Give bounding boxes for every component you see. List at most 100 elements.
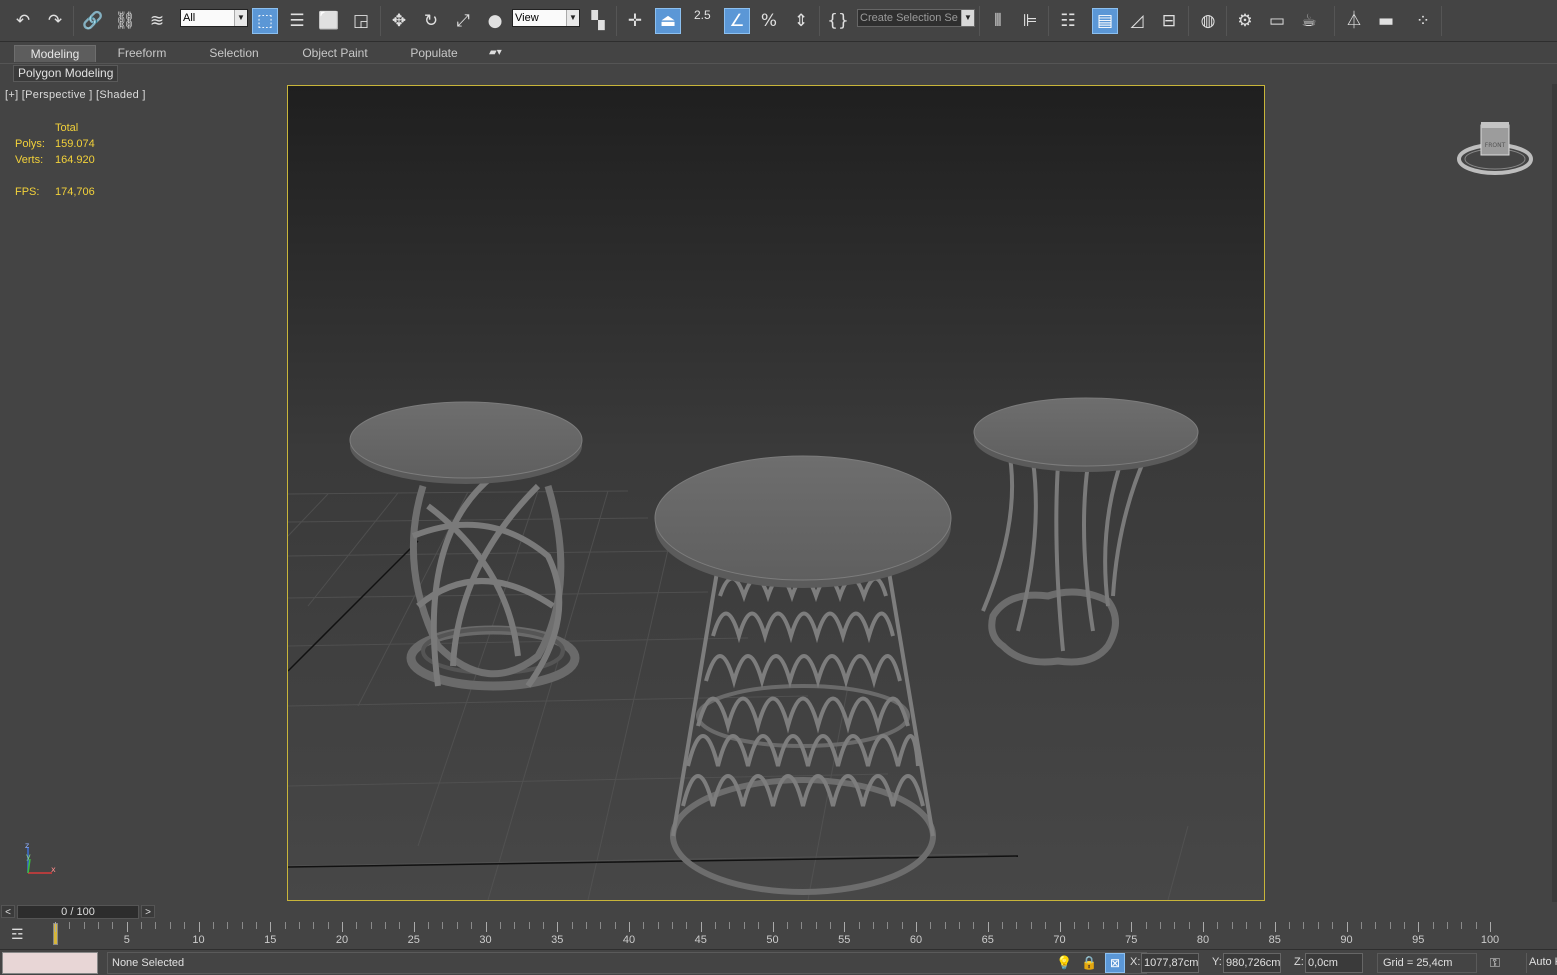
track-tick: [542, 922, 544, 929]
render-setup-icon[interactable]: ⚙: [1232, 8, 1258, 34]
tab-freeform[interactable]: Freeform: [104, 45, 180, 62]
percent-snap-icon[interactable]: %: [756, 8, 782, 34]
select-object-icon[interactable]: ⬚: [252, 8, 278, 34]
track-tick: [198, 922, 200, 932]
perspective-viewport[interactable]: [+] [Perspective ] [Shaded ] Total Polys…: [0, 84, 1552, 902]
ruler-icon[interactable]: ▬: [1373, 8, 1399, 34]
bind-space-warp-icon[interactable]: ≋: [144, 8, 170, 34]
selection-lock-icon[interactable]: 🔒: [1081, 955, 1097, 971]
next-frame-button[interactable]: >: [141, 905, 155, 918]
track-tick: [1432, 922, 1434, 929]
viewport-label[interactable]: [+] [Perspective ] [Shaded ]: [5, 89, 146, 101]
render-teapot-icon[interactable]: ☕: [1296, 8, 1322, 34]
time-slider-thumb[interactable]: 0 / 100: [17, 905, 139, 919]
rendered-frame-window-icon[interactable]: ▭: [1264, 8, 1290, 34]
viewport-scrollbar[interactable]: [1552, 84, 1557, 902]
select-rotate-icon[interactable]: ↻: [418, 8, 444, 34]
track-tick: [169, 922, 171, 929]
isolate-bulb-icon[interactable]: 💡: [1056, 955, 1072, 971]
window-crossing-icon[interactable]: ◲: [348, 8, 374, 34]
tab-selection[interactable]: Selection: [196, 45, 272, 62]
material-editor-icon[interactable]: ◍: [1195, 8, 1221, 34]
rectangular-region-icon[interactable]: ⬜: [316, 8, 342, 34]
viewcube-top-face[interactable]: [1481, 122, 1509, 128]
time-slider[interactable]: < 0 / 100 >: [0, 903, 1557, 920]
ribbon-options-icon[interactable]: ▰▾: [489, 47, 513, 59]
track-tick-label: 5: [123, 934, 130, 946]
spinner-snap-icon[interactable]: ⇕: [788, 8, 814, 34]
track-tick: [499, 922, 501, 929]
tab-modeling[interactable]: Modeling: [14, 45, 96, 62]
track-bar[interactable]: ☲ 5 10 15 20 25 30 35 40 45 50 55 60 65 70 75 80 85 90 95 1…: [0, 920, 1557, 948]
track-tick: [1475, 922, 1477, 929]
track-tick: [270, 922, 272, 932]
undo-icon[interactable]: ↶: [10, 8, 36, 34]
named-selection-dropdown[interactable]: Create Selection Se ▼: [857, 9, 975, 27]
track-tick: [1332, 922, 1334, 929]
manipulate-icon[interactable]: ✛: [622, 8, 648, 34]
track-tick: [1145, 922, 1147, 929]
track-tick: [1116, 922, 1118, 929]
toolbar-divider: [1188, 6, 1189, 36]
unlink-icon[interactable]: ⛓: [112, 8, 138, 34]
previous-frame-button[interactable]: <: [1, 905, 15, 918]
track-tick-label: 40: [622, 934, 636, 946]
y-coord-field[interactable]: 980,726cm: [1223, 953, 1281, 973]
schematic-view-icon[interactable]: ⊟: [1156, 8, 1182, 34]
edit-named-selection-icon[interactable]: {}: [825, 8, 851, 34]
track-tick: [342, 922, 343, 932]
track-area[interactable]: 5 10 15 20 25 30 35 40 45 50 55 60 65 70 75 80 85 90 95 100: [52, 920, 1552, 948]
track-tick: [1317, 922, 1319, 929]
track-tick: [758, 922, 760, 929]
link-icon[interactable]: 🔗: [80, 8, 106, 34]
track-tick: [844, 922, 846, 932]
pivot-center-icon[interactable]: ▚: [585, 8, 611, 34]
civil-view-icon[interactable]: ⏃: [1341, 8, 1367, 34]
maxscript-listener-mini[interactable]: [2, 952, 98, 974]
track-tick-label: 45: [694, 934, 707, 946]
select-by-name-icon[interactable]: ☰: [284, 8, 310, 34]
redo-icon[interactable]: ↷: [42, 8, 68, 34]
particle-view-icon[interactable]: ⁘: [1410, 8, 1436, 34]
keyboard-shortcut-override-icon[interactable]: ⏏: [655, 8, 681, 34]
z-coord-field[interactable]: 0,0cm: [1305, 953, 1363, 973]
selection-filter-dropdown[interactable]: All ▼: [180, 9, 248, 27]
track-tick: [428, 922, 430, 929]
track-tick: [155, 922, 157, 929]
absolute-mode-icon[interactable]: ⊠: [1105, 953, 1125, 973]
track-tick: [1375, 922, 1377, 929]
angle-snap-icon[interactable]: ∠: [724, 8, 750, 34]
viewport-statistics: Total Polys: 159.074 Verts: 164.920 FPS: 17…: [15, 120, 95, 200]
track-tick: [585, 922, 587, 929]
track-tick: [887, 922, 889, 929]
select-place-icon[interactable]: ●: [482, 8, 508, 34]
tab-populate[interactable]: Populate: [400, 45, 468, 62]
snap-toggle-value[interactable]: 2.5: [694, 8, 711, 22]
align-icon[interactable]: ⊫: [1017, 8, 1043, 34]
viewcube-front-face[interactable]: [1480, 124, 1510, 156]
axis-y-label: y: [26, 852, 31, 861]
toolbar-divider: [616, 6, 617, 36]
scene-explorer-icon[interactable]: ▤: [1092, 8, 1118, 34]
track-tick: [614, 922, 616, 929]
tab-object-paint[interactable]: Object Paint: [292, 45, 378, 62]
mini-curve-editor-icon[interactable]: ☲: [11, 926, 31, 942]
track-tick: [184, 922, 186, 929]
viewcube[interactable]: FRONT: [1455, 119, 1535, 181]
toolbar-divider: [1226, 6, 1227, 36]
select-move-icon[interactable]: ✥: [386, 8, 412, 34]
reference-coordinate-dropdown[interactable]: View ▼: [512, 9, 580, 27]
track-tick: [227, 922, 229, 929]
toolbar-divider: [819, 6, 820, 36]
track-tick-label: 30: [479, 934, 492, 946]
curve-editor-icon[interactable]: ◿: [1124, 8, 1150, 34]
set-key-icon[interactable]: ⚿: [1490, 955, 1500, 971]
scene-render-area[interactable]: [287, 85, 1265, 901]
select-scale-icon[interactable]: ⤢: [450, 8, 476, 34]
auto-key-button[interactable]: Auto K: [1526, 953, 1557, 973]
layer-explorer-icon[interactable]: ☷: [1055, 8, 1081, 34]
tab-polygon-modeling[interactable]: Polygon Modeling: [13, 65, 119, 82]
x-coord-field[interactable]: 1077,87cm: [1141, 953, 1199, 973]
mirror-icon[interactable]: ⫴: [985, 8, 1011, 34]
track-tick: [1490, 922, 1491, 932]
